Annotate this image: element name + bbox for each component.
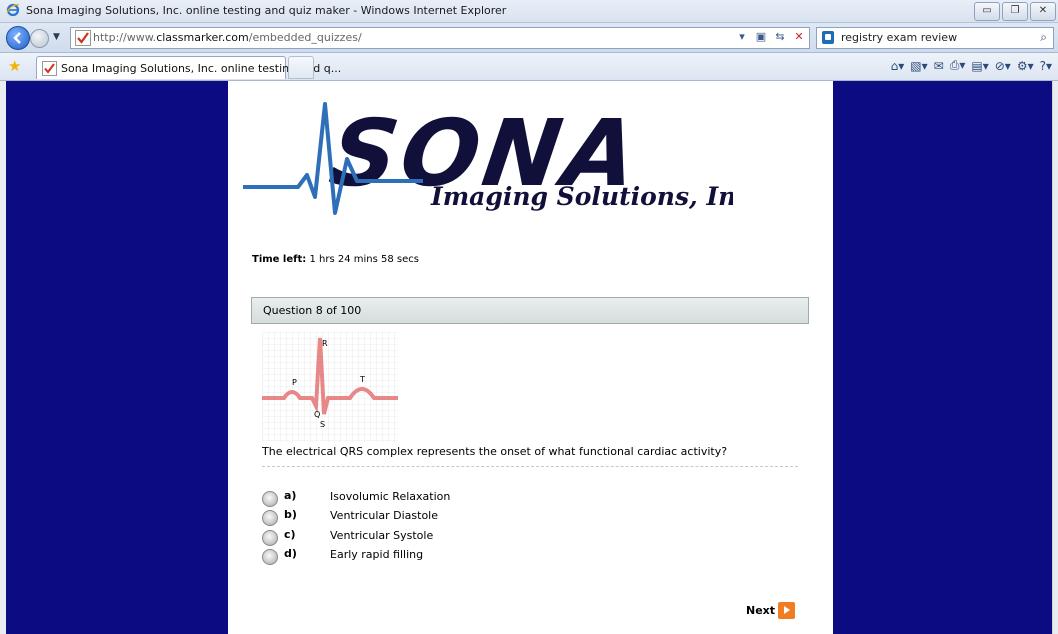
recent-pages-dropdown-icon[interactable]: ▼ bbox=[53, 32, 60, 42]
print-icon[interactable]: ⎙▾ bbox=[950, 58, 966, 73]
tab-bar: ★ Sona Imaging Solutions, Inc. online te… bbox=[0, 53, 1058, 81]
svg-text:S: S bbox=[320, 420, 325, 429]
play-arrow-icon[interactable] bbox=[778, 602, 795, 619]
page-background: SONA Imaging Solutions, Inc. Time left: … bbox=[6, 81, 1052, 634]
answer-text[interactable]: Ventricular Diastole bbox=[330, 509, 438, 522]
tab-favicon-icon bbox=[42, 61, 57, 76]
favorites-star-icon[interactable]: ★ bbox=[8, 57, 21, 75]
help-icon[interactable]: ?▾ bbox=[1040, 59, 1052, 73]
svg-text:R: R bbox=[322, 339, 328, 348]
sona-logo: SONA Imaging Solutions, Inc. bbox=[243, 101, 733, 215]
refresh-icon[interactable]: ⇆ bbox=[772, 29, 788, 45]
feeds-icon[interactable]: ▧▾ bbox=[910, 59, 927, 73]
internet-explorer-icon bbox=[6, 3, 20, 17]
question-counter: Question 8 of 100 bbox=[263, 304, 362, 317]
compatibility-view-icon[interactable]: ▣ bbox=[753, 29, 769, 45]
svg-text:Imaging Solutions, Inc.: Imaging Solutions, Inc. bbox=[430, 182, 733, 211]
address-toolbar: ▼ http://www.classmarker.com/embedded_qu… bbox=[0, 23, 1058, 53]
arrow-left-icon bbox=[13, 32, 21, 44]
ecg-waveform-image: P Q R S T bbox=[262, 332, 398, 442]
answer-text[interactable]: Early rapid filling bbox=[330, 548, 423, 561]
answer-radio[interactable] bbox=[262, 549, 278, 565]
tab-active[interactable]: Sona Imaging Solutions, Inc. online test… bbox=[36, 56, 341, 79]
window-title: Sona Imaging Solutions, Inc. online test… bbox=[26, 4, 507, 17]
address-field[interactable]: http://www.classmarker.com/embedded_quiz… bbox=[70, 27, 810, 49]
question-text: The electrical QRS complex represents th… bbox=[262, 445, 728, 458]
forward-button[interactable] bbox=[30, 29, 49, 48]
answer-option-a[interactable]: a) Isovolumic Relaxation bbox=[262, 489, 562, 507]
tools-gear-icon[interactable]: ⚙▾ bbox=[1017, 59, 1034, 73]
answer-radio[interactable] bbox=[262, 510, 278, 526]
svg-text:T: T bbox=[359, 375, 365, 384]
search-icon[interactable]: ⌕ bbox=[1040, 30, 1047, 45]
answer-radio[interactable] bbox=[262, 491, 278, 507]
answer-radio[interactable] bbox=[262, 530, 278, 546]
question-header: Question 8 of 100 bbox=[251, 297, 809, 324]
restore-button[interactable]: ❐ bbox=[1002, 2, 1028, 21]
home-icon[interactable]: ⌂▾ bbox=[891, 59, 905, 73]
time-left: Time left: 1 hrs 24 mins 58 secs bbox=[252, 254, 419, 265]
url-dropdown-icon[interactable]: ▾ bbox=[734, 29, 750, 45]
close-button[interactable]: ✕ bbox=[1030, 2, 1056, 21]
page-menu-icon[interactable]: ▤▾ bbox=[971, 59, 988, 73]
mail-icon[interactable]: ✉ bbox=[934, 59, 944, 73]
back-button[interactable] bbox=[6, 26, 30, 50]
next-button[interactable]: Next bbox=[746, 601, 798, 621]
answer-text[interactable]: Isovolumic Relaxation bbox=[330, 490, 450, 503]
quiz-panel: SONA Imaging Solutions, Inc. Time left: … bbox=[228, 81, 833, 634]
search-input[interactable]: registry exam review ⌕ bbox=[816, 27, 1054, 49]
time-left-value: 1 hrs 24 mins 58 secs bbox=[309, 254, 419, 265]
safety-menu-icon[interactable]: ⊘▾ bbox=[995, 59, 1011, 73]
svg-text:Q: Q bbox=[314, 410, 320, 419]
search-provider-icon bbox=[822, 31, 834, 44]
divider bbox=[262, 466, 798, 467]
minimize-button[interactable]: ▭ bbox=[974, 2, 1000, 21]
answer-option-c[interactable]: c) Ventricular Systole bbox=[262, 528, 562, 546]
url-text: http://www.classmarker.com/embedded_quiz… bbox=[93, 31, 362, 44]
stop-icon[interactable]: ✕ bbox=[791, 29, 807, 45]
vertical-scrollbar[interactable] bbox=[1052, 81, 1058, 634]
window-title-bar: Sona Imaging Solutions, Inc. online test… bbox=[0, 0, 1058, 23]
new-tab-button[interactable] bbox=[288, 56, 314, 79]
answer-option-d[interactable]: d) Early rapid filling bbox=[262, 547, 562, 565]
search-query: registry exam review bbox=[841, 31, 958, 44]
answer-text[interactable]: Ventricular Systole bbox=[330, 529, 433, 542]
site-favicon-icon bbox=[75, 30, 91, 46]
answer-option-b[interactable]: b) Ventricular Diastole bbox=[262, 508, 562, 526]
svg-text:P: P bbox=[292, 378, 297, 387]
